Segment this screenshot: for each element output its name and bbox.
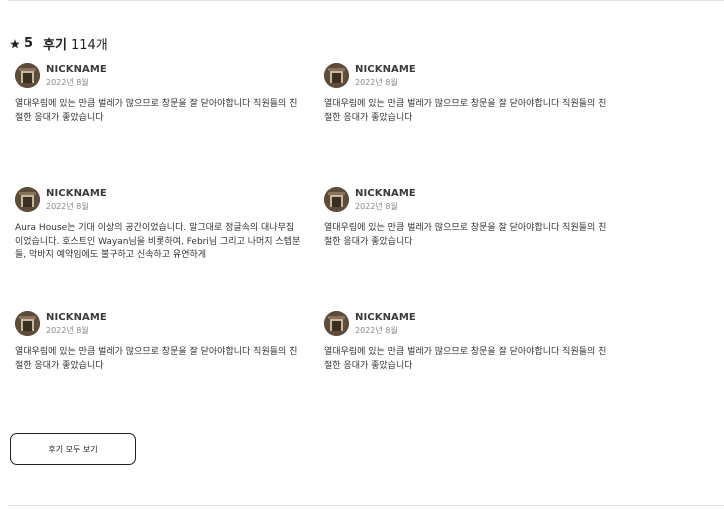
avatar[interactable]	[15, 187, 40, 212]
review-header: NICKNAME 2022년 8월	[324, 310, 615, 338]
avatar[interactable]	[324, 63, 349, 88]
review-card: NICKNAME 2022년 8월 열대우림에 있는 만큼 벌레가 많으므로 창…	[324, 186, 615, 310]
review-header: NICKNAME 2022년 8월	[15, 310, 324, 338]
review-count: 114개	[70, 38, 108, 53]
review-text: 열대우림에 있는 만큼 벌레가 많으므로 창문을 잘 닫아야합니다 직원들의 친…	[15, 99, 298, 123]
review-text: 열대우림에 있는 만큼 벌레가 많으므로 창문을 잘 닫아야합니다 직원들의 친…	[15, 347, 298, 371]
review-header: NICKNAME 2022년 8월	[15, 62, 324, 90]
review-header: NICKNAME 2022년 8월	[15, 186, 324, 214]
avatar[interactable]	[15, 311, 40, 336]
review-text: 열대우림에 있는 만큼 벌레가 많으므로 창문을 잘 닫아야합니다 직원들의 친…	[324, 99, 607, 123]
review-card: NICKNAME 2022년 8월 열대우림에 있는 만큼 벌레가 많으므로 창…	[15, 310, 324, 434]
reviewer-nickname: NICKNAME	[355, 188, 416, 199]
review-card: NICKNAME 2022년 8월 열대우림에 있는 만큼 벌레가 많으므로 창…	[324, 310, 615, 434]
avatar[interactable]	[15, 63, 40, 88]
reviewer-meta: NICKNAME 2022년 8월	[355, 310, 416, 336]
top-divider	[8, 0, 724, 1]
review-text: 열대우림에 있는 만큼 벌레가 많으므로 창문을 잘 닫아야합니다 직원들의 친…	[324, 223, 607, 247]
reviewer-meta: NICKNAME 2022년 8월	[355, 62, 416, 88]
review-card: NICKNAME 2022년 8월 Aura House는 기대 이상의 공간이…	[15, 186, 324, 310]
review-header: NICKNAME 2022년 8월	[324, 62, 615, 90]
avatar[interactable]	[324, 311, 349, 336]
view-all-reviews-button[interactable]: 후기 모두 보기	[10, 433, 136, 465]
reviewer-nickname: NICKNAME	[46, 312, 107, 323]
review-date: 2022년 8월	[355, 202, 398, 211]
review-date: 2022년 8월	[46, 326, 89, 335]
reviews-grid: NICKNAME 2022년 8월 열대우림에 있는 만큼 벌레가 많으므로 창…	[15, 62, 615, 434]
reviewer-nickname: NICKNAME	[46, 188, 107, 199]
rating-header: 5 후기 114개	[10, 34, 108, 53]
reviewer-meta: NICKNAME 2022년 8월	[46, 186, 107, 212]
review-card: NICKNAME 2022년 8월 열대우림에 있는 만큼 벌레가 많으므로 창…	[15, 62, 324, 186]
review-card: NICKNAME 2022년 8월 열대우림에 있는 만큼 벌레가 많으므로 창…	[324, 62, 615, 186]
review-date: 2022년 8월	[46, 202, 89, 211]
star-icon	[10, 38, 20, 49]
review-date: 2022년 8월	[46, 78, 89, 87]
reviewer-nickname: NICKNAME	[355, 312, 416, 323]
reviewer-meta: NICKNAME 2022년 8월	[46, 310, 107, 336]
rating-value: 5	[24, 36, 34, 51]
reviewer-nickname: NICKNAME	[355, 64, 416, 75]
reviewer-nickname: NICKNAME	[46, 64, 107, 75]
review-date: 2022년 8월	[355, 326, 398, 335]
reviewer-meta: NICKNAME 2022년 8월	[355, 186, 416, 212]
review-text: 열대우림에 있는 만큼 벌레가 많으므로 창문을 잘 닫아야합니다 직원들의 친…	[324, 347, 607, 371]
reviews-section: 5 후기 114개 NICKNAME 2022년 8월 열대우림에 있는 만큼 …	[0, 0, 724, 509]
review-text: Aura House는 기대 이상의 공간이었습니다. 말그대로 정글속의 대나…	[15, 223, 301, 260]
review-header: NICKNAME 2022년 8월	[324, 186, 615, 214]
bottom-divider	[8, 505, 724, 506]
reviewer-meta: NICKNAME 2022년 8월	[46, 62, 107, 88]
review-label: 후기	[43, 38, 67, 53]
avatar[interactable]	[324, 187, 349, 212]
review-date: 2022년 8월	[355, 78, 398, 87]
